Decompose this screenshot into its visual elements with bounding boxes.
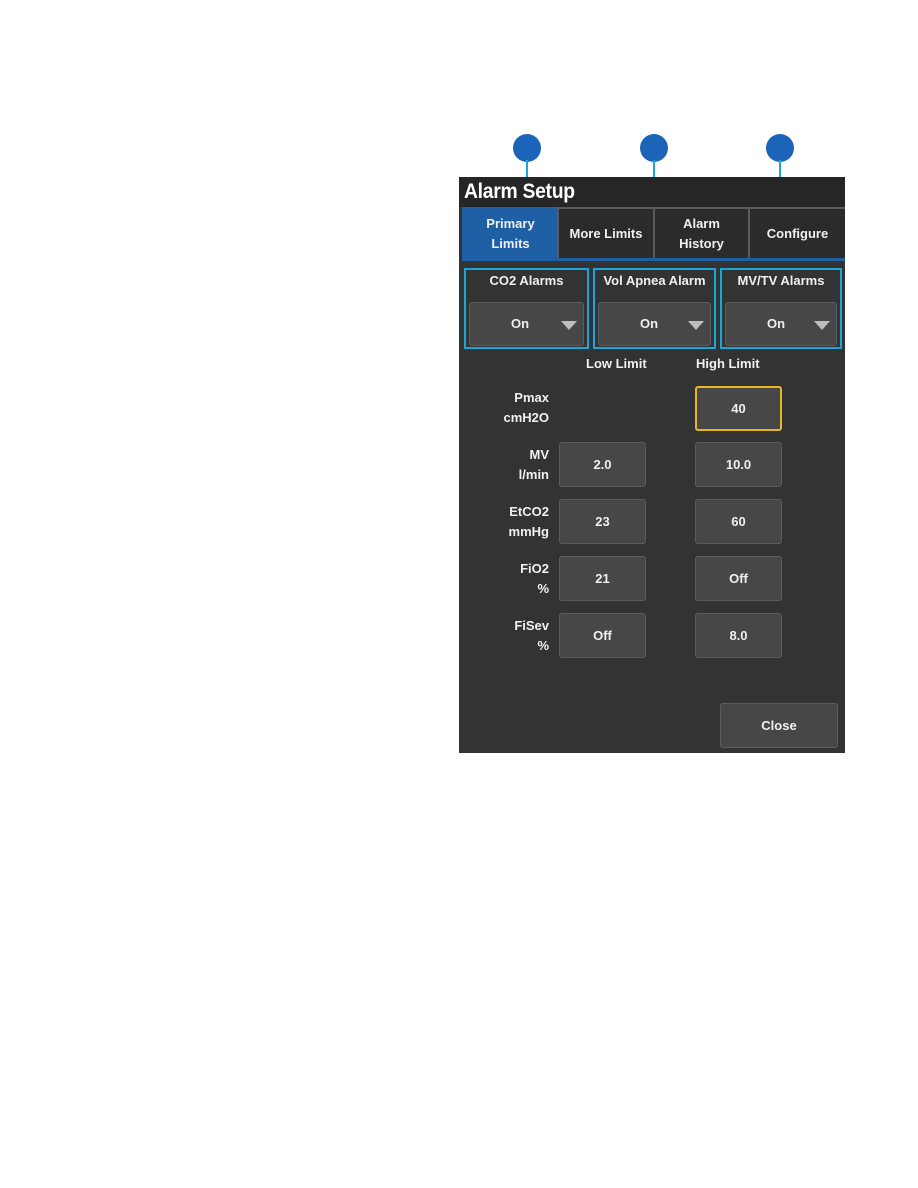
pmax-high-limit[interactable]: 40 — [695, 386, 782, 431]
co2-alarms-dropdown[interactable]: On — [469, 302, 584, 346]
vol-apnea-alarm-label: Vol Apnea Alarm — [603, 273, 706, 288]
mv-tv-alarms-group: MV/TV Alarms On — [720, 268, 842, 349]
fisev-label: FiSev % — [514, 618, 549, 653]
alarm-setup-dialog: Alarm Setup Primary Limits More Limits A… — [459, 177, 845, 753]
fio2-high-limit[interactable]: Off — [695, 556, 782, 601]
mv-high-limit[interactable]: 10.0 — [695, 442, 782, 487]
fio2-label: FiO2 % — [520, 561, 549, 596]
high-limit-header: High Limit — [696, 356, 760, 371]
fisev-high-limit[interactable]: 8.0 — [695, 613, 782, 658]
vol-apnea-alarm-dropdown[interactable]: On — [598, 302, 711, 346]
tab-underline — [462, 258, 845, 261]
tab-configure[interactable]: Configure — [748, 207, 845, 258]
etco2-high-limit[interactable]: 60 — [695, 499, 782, 544]
mv-tv-alarms-dropdown[interactable]: On — [725, 302, 837, 346]
title-bar: Alarm Setup — [459, 177, 845, 207]
pmax-label: Pmax cmH2O — [503, 390, 549, 425]
callout-3-marker — [766, 134, 794, 162]
tab-more-limits[interactable]: More Limits — [557, 207, 653, 258]
callout-1-marker — [513, 134, 541, 162]
mv-tv-alarms-label: MV/TV Alarms — [737, 273, 825, 288]
low-limit-header: Low Limit — [586, 356, 647, 371]
etco2-low-limit[interactable]: 23 — [559, 499, 646, 544]
tab-bar: Primary Limits More Limits Alarm History… — [462, 207, 845, 258]
tab-alarm-history[interactable]: Alarm History — [653, 207, 748, 258]
co2-alarms-label: CO2 Alarms — [489, 273, 564, 288]
co2-alarms-group: CO2 Alarms On — [464, 268, 589, 349]
fisev-low-limit[interactable]: Off — [559, 613, 646, 658]
co2-alarms-value: On — [510, 316, 530, 331]
dialog-title: Alarm Setup — [464, 180, 575, 203]
close-button[interactable]: Close — [720, 703, 838, 748]
chevron-down-icon — [688, 321, 704, 330]
etco2-label: EtCO2 mmHg — [508, 504, 549, 539]
vol-apnea-alarm-value: On — [639, 316, 659, 331]
mv-low-limit[interactable]: 2.0 — [559, 442, 646, 487]
vol-apnea-alarm-group: Vol Apnea Alarm On — [593, 268, 716, 349]
callout-2-marker — [640, 134, 668, 162]
chevron-down-icon — [814, 321, 830, 330]
chevron-down-icon — [561, 321, 577, 330]
mv-label: MV l/min — [518, 447, 549, 482]
tab-primary-limits[interactable]: Primary Limits — [462, 207, 557, 258]
fio2-low-limit[interactable]: 21 — [559, 556, 646, 601]
mv-tv-alarms-value: On — [766, 316, 786, 331]
